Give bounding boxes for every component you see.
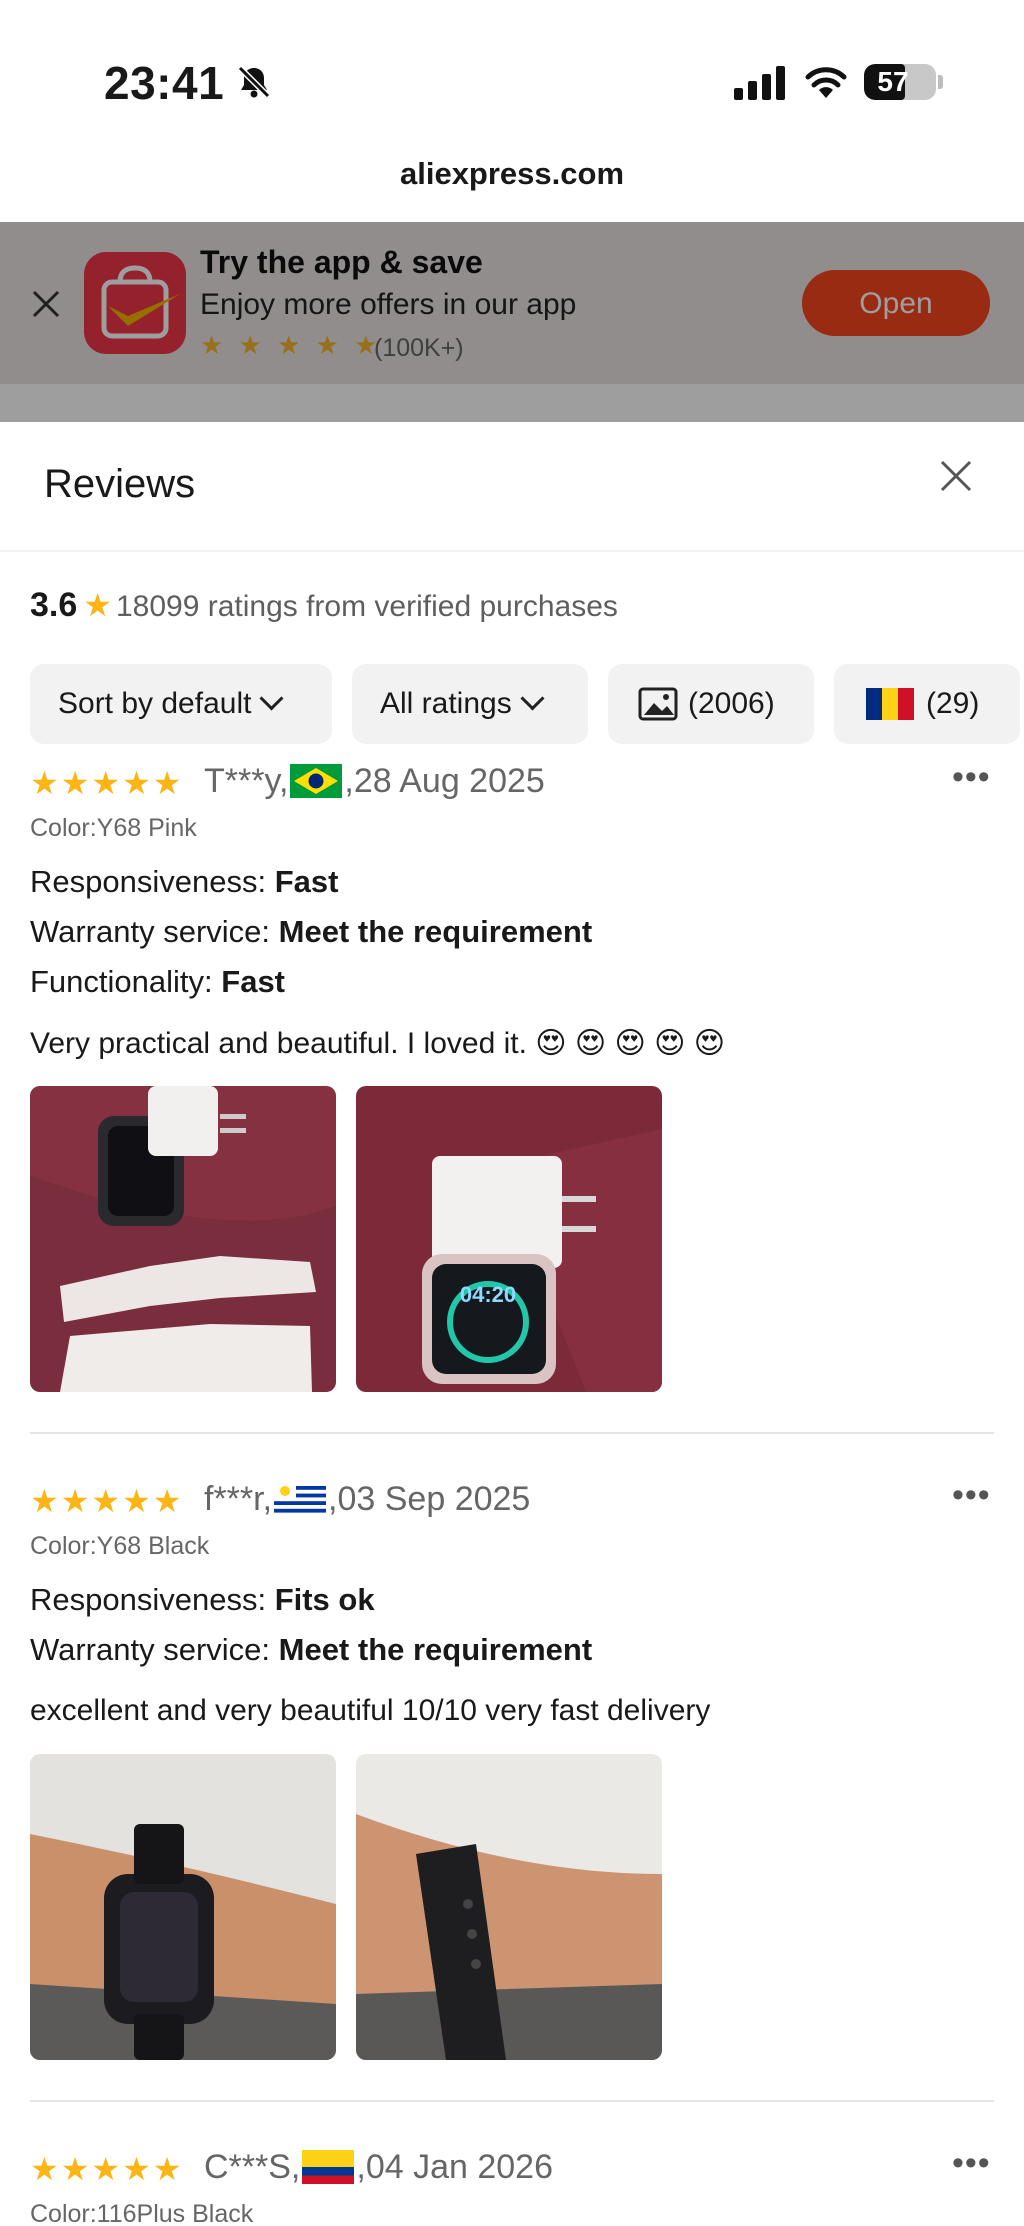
reviewer-info: C***S, ,04 Jan 2026 [204, 2148, 553, 2187]
rating-summary: 3.6 ★ 18099 ratings from verified purchase… [30, 586, 618, 625]
chevron-down-icon [259, 686, 284, 711]
review-stars: ★★★★★ [30, 1483, 184, 1519]
review-text: excellent and very beautiful 10/10 very … [30, 1694, 711, 1727]
review-attribute: Functionality: Fast [30, 964, 286, 999]
review-divider [30, 1432, 994, 1434]
more-options-icon[interactable]: ••• [952, 2144, 991, 2183]
modal-backdrop[interactable] [0, 222, 1024, 422]
colombia-flag-icon [302, 2150, 355, 2184]
average-rating: 3.6 [30, 586, 78, 624]
bell-slash-icon [237, 65, 271, 99]
review-photo[interactable] [356, 1754, 662, 2060]
battery-level: 57 [877, 66, 909, 97]
review-date: ,03 Sep 2025 [328, 1480, 531, 1518]
ratings-filter-label: All ratings [380, 687, 512, 720]
reviewer-info: f***r, ,03 Sep 2025 [204, 1480, 530, 1519]
reviews-title: Reviews [44, 462, 196, 506]
review-attribute: Responsiveness: Fast [30, 864, 339, 899]
country-filter-chip[interactable]: (29) [834, 664, 1020, 744]
reviews-header: Reviews [0, 422, 1024, 552]
battery-cap [938, 75, 943, 89]
wifi-icon [805, 67, 847, 98]
review-attribute: Warranty service: Meet the requirement [30, 914, 593, 949]
review-text: Very practical and beautiful. I loved it… [30, 1027, 725, 1060]
review-attribute: Warranty service: Meet the requirement [30, 1632, 593, 1667]
reviewer-name: T***y, [204, 762, 289, 800]
reviewer-name: f***r, [204, 1480, 273, 1518]
reviewer-name: C***S, [204, 2148, 301, 2186]
status-bar: 23:41 57 aliexpress.com [0, 0, 1024, 191]
more-options-icon[interactable]: ••• [952, 758, 991, 797]
reviewer-info: T***y, ,28 Aug 2025 [204, 762, 545, 801]
review-divider [30, 2100, 994, 2102]
review-variant: Color:Y68 Pink [30, 814, 197, 842]
review-photo[interactable] [30, 1086, 336, 1392]
rating-count-text: 18099 ratings from verified purchases [115, 590, 618, 623]
review-variant: Color:Y68 Black [30, 1532, 210, 1560]
uruguay-flag-icon [274, 1482, 327, 1516]
review-stars: ★★★★★ [30, 2151, 184, 2187]
sort-label: Sort by default [58, 687, 252, 720]
svg-text:04:20: 04:20 [460, 1282, 516, 1307]
image-icon [638, 687, 678, 721]
review-variant: Color:116Plus Black [30, 2200, 254, 2226]
browser-url[interactable]: aliexpress.com [0, 156, 1024, 192]
review-stars: ★★★★★ [30, 765, 184, 801]
close-icon[interactable] [938, 458, 974, 494]
review-photo[interactable] [30, 1754, 336, 2060]
more-options-icon[interactable]: ••• [952, 1476, 991, 1515]
review-attribute: Responsiveness: Fits ok [30, 1582, 375, 1617]
status-time: 23:41 [104, 57, 225, 109]
battery-indicator: 57 [864, 64, 936, 100]
ratings-filter-dropdown[interactable]: All ratings [352, 664, 588, 744]
star-icon: ★ [83, 587, 112, 623]
country-count: (29) [926, 687, 980, 720]
photos-filter-chip[interactable]: (2006) [608, 664, 814, 744]
sort-dropdown[interactable]: Sort by default [30, 664, 332, 744]
review-date: ,04 Jan 2026 [356, 2148, 553, 2186]
romania-flag-icon [866, 688, 914, 720]
photos-count: (2006) [688, 687, 775, 720]
brazil-flag-icon [290, 764, 343, 798]
review-date: ,28 Aug 2025 [344, 762, 545, 800]
chevron-down-icon [520, 686, 545, 711]
cellular-signal-icon [734, 66, 785, 100]
reviews-sheet: Reviews 3.6 ★ 18099 ratings from verified … [0, 422, 1024, 2226]
review-photo[interactable]: 04:20 [356, 1086, 662, 1392]
